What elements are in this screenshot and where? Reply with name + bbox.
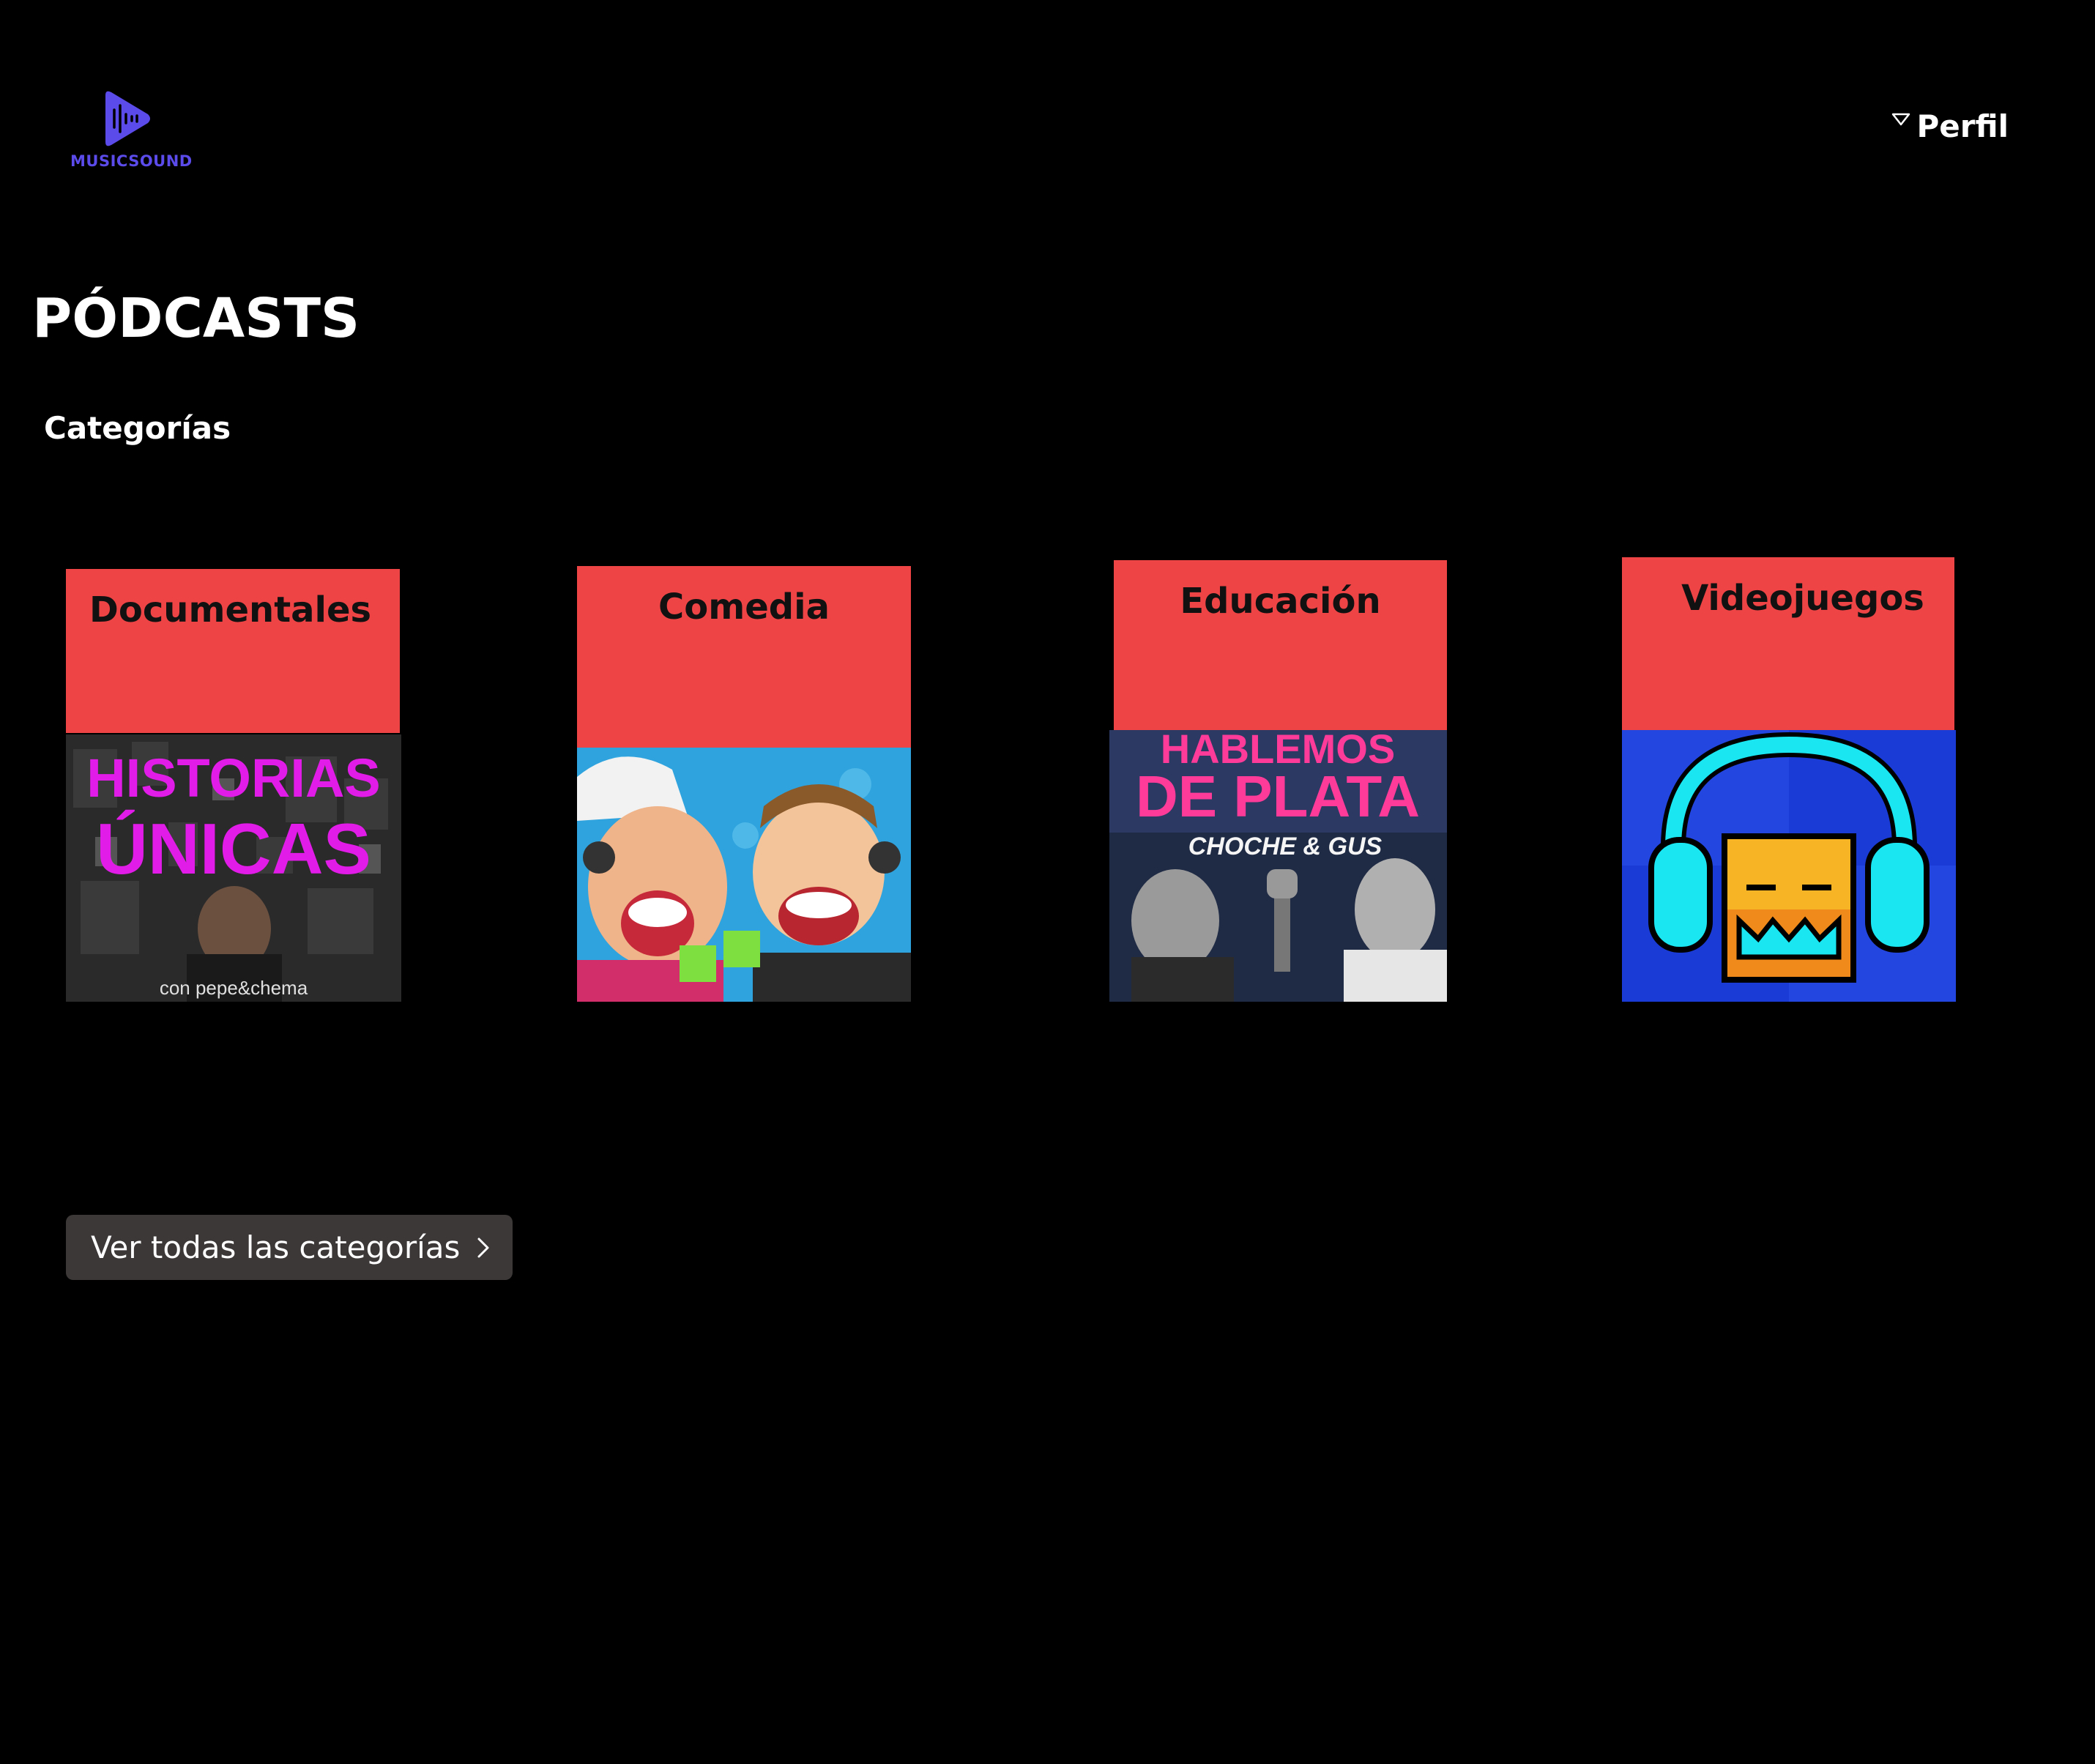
cover-title-line2: ÚNICAS <box>96 808 371 889</box>
category-card-documentales[interactable]: Documentales HISTORIAS ÚNICAS con pepe&c… <box>66 569 401 1002</box>
chevron-right-icon <box>477 1238 489 1257</box>
card-header: Videojuegos <box>1622 557 1954 730</box>
view-all-categories-label: Ver todas las categorías <box>91 1229 461 1265</box>
cover-footer: con pepe&chema <box>160 977 308 999</box>
section-title: Categorías <box>44 410 231 446</box>
play-waveform-icon <box>105 91 150 146</box>
chevron-down-outline-icon <box>1892 113 1910 126</box>
app-name: MUSICSOUND <box>70 152 193 170</box>
cover-title-line1: HISTORIAS <box>86 748 381 808</box>
app-logo[interactable]: MUSICSOUND <box>70 89 202 170</box>
category-label: Documentales <box>89 589 372 630</box>
card-header: Comedia <box>577 566 911 748</box>
view-all-categories-button[interactable]: Ver todas las categorías <box>66 1215 513 1280</box>
card-header: Educación <box>1114 560 1447 730</box>
profile-label: Perfil <box>1916 108 2009 144</box>
category-card-comedia[interactable]: Comedia <box>577 566 911 1002</box>
cover-title-line2: DE PLATA <box>1136 764 1420 829</box>
card-header: Documentales <box>66 569 400 733</box>
profile-menu[interactable]: Perfil <box>1891 108 2009 144</box>
category-card-educacion[interactable]: Educación HABLEMOS DE PLATA CHOCHE & GUS <box>1109 560 1447 1002</box>
podcast-cover-image: HABLEMOS DE PLATA CHOCHE & GUS <box>1109 730 1447 1002</box>
podcast-cover-image <box>577 748 911 1002</box>
page-title: PÓDCASTS <box>32 287 360 350</box>
cover-subtitle: CHOCHE & GUS <box>1188 833 1383 860</box>
podcast-cover-image <box>1622 730 1956 1002</box>
category-label: Educación <box>1180 581 1381 622</box>
category-label: Comedia <box>658 587 830 628</box>
category-label: Videojuegos <box>1681 578 1924 619</box>
category-card-videojuegos[interactable]: Videojuegos <box>1622 557 1956 1002</box>
podcast-cover-image: HISTORIAS ÚNICAS con pepe&chema <box>66 734 401 1002</box>
